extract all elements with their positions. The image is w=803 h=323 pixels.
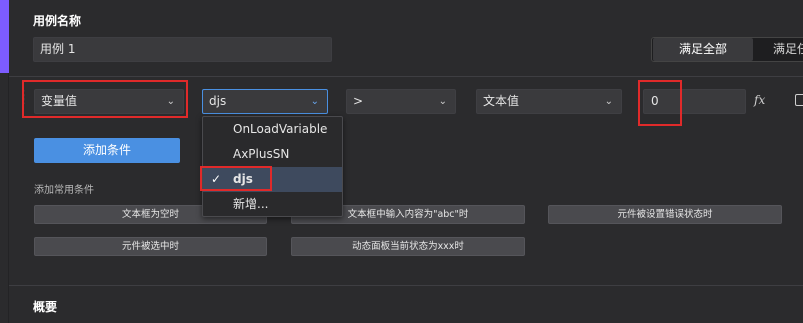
common-conditions-label: 添加常用条件 xyxy=(34,185,94,196)
chevron-down-icon: ⌄ xyxy=(310,96,319,107)
operator-value: > xyxy=(353,94,364,108)
chevron-down-icon: ⌄ xyxy=(438,96,447,107)
dropdown-option-new[interactable]: 新增... xyxy=(203,192,342,217)
highlight-box xyxy=(200,166,272,191)
dropdown-option[interactable]: OnLoadVariable xyxy=(203,117,342,142)
case-name-label: 用例名称 xyxy=(33,14,82,28)
highlight-box xyxy=(638,80,682,126)
variable-value: djs xyxy=(209,94,227,108)
overview-heading: 概要 xyxy=(33,300,58,314)
right-type-select[interactable]: 文本值 ⌄ xyxy=(476,89,622,114)
operator-select[interactable]: > ⌄ xyxy=(346,89,456,114)
accent-bar xyxy=(0,0,9,73)
dropdown-option[interactable]: AxPlusSN xyxy=(203,142,342,167)
common-condition-chip[interactable]: 元件被设置错误状态时 xyxy=(548,205,782,224)
variable-select[interactable]: djs ⌄ xyxy=(202,89,328,114)
add-condition-button[interactable]: 添加条件 xyxy=(34,138,180,163)
divider xyxy=(9,76,803,77)
match-all-button[interactable]: 满足全部 xyxy=(653,38,753,61)
case-name-input[interactable]: 用例 1 xyxy=(33,37,332,62)
chevron-down-icon: ⌄ xyxy=(604,96,613,107)
match-any-button[interactable]: 满足任 xyxy=(773,38,803,61)
common-condition-chip[interactable]: 动态面板当前状态为xxx时 xyxy=(291,237,525,256)
common-condition-chip[interactable]: 元件被选中时 xyxy=(34,237,267,256)
highlight-box xyxy=(22,80,188,118)
left-gutter xyxy=(0,73,9,323)
divider xyxy=(9,285,803,286)
comment-icon[interactable] xyxy=(795,94,803,106)
right-type-value: 文本值 xyxy=(483,94,520,108)
fx-icon[interactable]: fx xyxy=(754,93,768,109)
